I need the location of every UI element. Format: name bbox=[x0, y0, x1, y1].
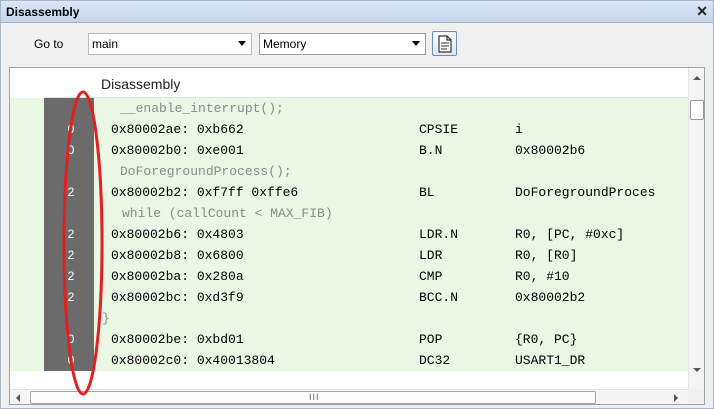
execution-count: 2 bbox=[44, 224, 94, 245]
vertical-scrollbar[interactable] bbox=[688, 68, 704, 389]
operands: i bbox=[515, 122, 523, 137]
scroll-up-icon[interactable] bbox=[693, 76, 701, 80]
breakpoint-gutter[interactable] bbox=[10, 98, 44, 119]
mnemonic: CMP bbox=[419, 269, 443, 284]
execution-count: 0 bbox=[44, 140, 94, 161]
mnemonic: POP bbox=[419, 332, 443, 347]
operands: R0, [PC, #0xc] bbox=[515, 227, 625, 242]
mnemonic: BL bbox=[419, 185, 435, 200]
instruction-row[interactable]: 0 0x80002b0: 0xe001 B.N 0x80002b6 bbox=[10, 140, 688, 161]
execution-count: 0 bbox=[44, 329, 94, 350]
execution-count: 2 bbox=[44, 266, 94, 287]
scroll-down-icon[interactable] bbox=[693, 368, 701, 372]
disassembly-window: Disassembly ✕ Go to main Memory Disassem… bbox=[0, 0, 714, 409]
breakpoint-gutter[interactable] bbox=[10, 329, 44, 350]
operands: R0, [R0] bbox=[515, 248, 578, 263]
instruction-row[interactable]: 2 0x80002b2: 0xf7ff 0xffe6 BL DoForegroundP… bbox=[10, 182, 688, 203]
execution-count bbox=[44, 98, 94, 119]
operands: R0, #10 bbox=[515, 269, 570, 284]
breakpoint-gutter[interactable] bbox=[10, 119, 44, 140]
address-code: 0x80002ba: 0x280a bbox=[111, 269, 244, 284]
horizontal-scrollbar[interactable]: III bbox=[10, 389, 688, 404]
breakpoint-gutter[interactable] bbox=[10, 245, 44, 266]
source-text: __enable_interrupt(); bbox=[120, 101, 284, 116]
operands: DoForegroundProces bbox=[515, 185, 656, 200]
mnemonic: CPSIE bbox=[419, 122, 459, 137]
instruction-row[interactable]: 2 0x80002bc: 0xd3f9 BCC.N 0x80002b2 bbox=[10, 287, 688, 308]
mnemonic: LDR.N bbox=[419, 227, 459, 242]
address-code: 0x80002b8: 0x6800 bbox=[111, 248, 244, 263]
breakpoint-gutter[interactable] bbox=[10, 308, 44, 329]
breakpoint-gutter[interactable] bbox=[10, 350, 44, 371]
breakpoint-gutter[interactable] bbox=[10, 224, 44, 245]
goto-combobox[interactable]: main bbox=[88, 33, 252, 55]
toolbar: Go to main Memory bbox=[1, 24, 713, 66]
address-code: 0x80002b2: 0xf7ff 0xffe6 bbox=[111, 185, 299, 200]
disassembly-list[interactable]: __enable_interrupt(); 0 0x80002ae: 0xb662 C… bbox=[10, 98, 688, 389]
address-code: 0x80002bc: 0xd3f9 bbox=[111, 290, 244, 305]
chevron-down-icon[interactable] bbox=[412, 41, 420, 46]
breakpoint-gutter[interactable] bbox=[10, 287, 44, 308]
goto-value: main bbox=[92, 37, 119, 51]
horizontal-scroll-thumb[interactable]: III bbox=[30, 391, 596, 404]
address-code: 0x80002be: 0xbd01 bbox=[111, 332, 244, 347]
source-text: while (callCount < MAX_FIB) bbox=[122, 206, 333, 221]
window-title: Disassembly bbox=[6, 5, 80, 19]
scroll-right-icon[interactable] bbox=[674, 394, 678, 402]
breakpoint-gutter[interactable] bbox=[10, 140, 44, 161]
vertical-scroll-thumb[interactable] bbox=[690, 100, 704, 120]
breakpoint-gutter[interactable] bbox=[10, 266, 44, 287]
document-icon bbox=[438, 35, 452, 53]
execution-count bbox=[44, 203, 94, 224]
goto-label: Go to bbox=[34, 37, 64, 51]
breakpoint-gutter[interactable] bbox=[10, 203, 44, 224]
address-code: 0x80002ae: 0xb662 bbox=[111, 122, 244, 137]
mnemonic: BCC.N bbox=[419, 290, 459, 305]
source-line-row[interactable]: while (callCount < MAX_FIB) bbox=[10, 203, 688, 224]
source-text: DoForegroundProcess(); bbox=[120, 164, 292, 179]
memory-combobox[interactable]: Memory bbox=[259, 33, 426, 55]
operands: 0x80002b6 bbox=[515, 143, 586, 158]
execution-count: 0 bbox=[44, 119, 94, 140]
execution-count: 2 bbox=[44, 182, 94, 203]
instruction-row[interactable]: 0 0x80002c0: 0x40013804 DC32 USART1_DR bbox=[10, 350, 688, 371]
execution-count: 2 bbox=[44, 287, 94, 308]
close-icon[interactable]: ✕ bbox=[696, 3, 708, 20]
mnemonic: LDR bbox=[419, 248, 443, 263]
execution-count bbox=[44, 308, 94, 329]
instruction-row[interactable]: 2 0x80002b6: 0x4803 LDR.N R0, [PC, #0xc] bbox=[10, 224, 688, 245]
breakpoint-gutter[interactable] bbox=[10, 182, 44, 203]
instruction-row[interactable]: 0 0x80002be: 0xbd01 POP {R0, PC} bbox=[10, 329, 688, 350]
operands: {R0, PC} bbox=[515, 332, 578, 347]
source-line-row[interactable]: __enable_interrupt(); bbox=[10, 98, 688, 119]
mnemonic: B.N bbox=[419, 143, 443, 158]
instruction-row[interactable]: 2 0x80002b8: 0x6800 LDR R0, [R0] bbox=[10, 245, 688, 266]
source-line-row[interactable]: } bbox=[10, 308, 688, 329]
memory-value: Memory bbox=[263, 37, 307, 51]
operands: USART1_DR bbox=[515, 353, 586, 368]
scroll-left-icon[interactable] bbox=[16, 394, 20, 402]
source-text: } bbox=[102, 311, 110, 326]
address-code: 0x80002b0: 0xe001 bbox=[111, 143, 244, 158]
execution-count: 0 bbox=[44, 350, 94, 371]
scroll-grip: III bbox=[309, 392, 320, 402]
mnemonic: DC32 bbox=[419, 353, 451, 368]
execution-count bbox=[44, 161, 94, 182]
breakpoint-gutter[interactable] bbox=[10, 161, 44, 182]
scroll-corner bbox=[688, 389, 704, 404]
column-header: Disassembly bbox=[10, 68, 688, 98]
disassembly-panel: Disassembly __enable_interrupt(); 0 0x8000… bbox=[9, 67, 705, 405]
instruction-row[interactable]: 0 0x80002ae: 0xb662 CPSIE i bbox=[10, 119, 688, 140]
execution-count: 2 bbox=[44, 245, 94, 266]
toggle-source-button[interactable] bbox=[432, 31, 457, 56]
chevron-down-icon[interactable] bbox=[238, 41, 246, 46]
address-code: 0x80002c0: 0x40013804 bbox=[111, 353, 275, 368]
source-line-row[interactable]: DoForegroundProcess(); bbox=[10, 161, 688, 182]
header-gutter bbox=[10, 68, 44, 98]
operands: 0x80002b2 bbox=[515, 290, 586, 305]
address-code: 0x80002b6: 0x4803 bbox=[111, 227, 244, 242]
instruction-row[interactable]: 2 0x80002ba: 0x280a CMP R0, #10 bbox=[10, 266, 688, 287]
title-bar: Disassembly ✕ bbox=[1, 1, 713, 23]
column-header-label: Disassembly bbox=[101, 76, 181, 92]
